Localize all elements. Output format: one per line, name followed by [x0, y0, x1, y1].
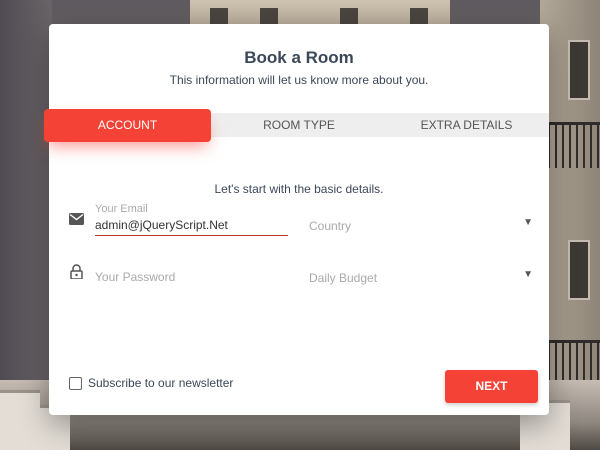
card-subtitle: This information will let us know more a…: [169, 73, 429, 87]
budget-placeholder: Daily Budget: [309, 271, 378, 285]
password-input[interactable]: [95, 266, 288, 288]
step-description: Let's start with the basic details.: [214, 182, 384, 196]
envelope-icon: [69, 212, 84, 228]
tab-account[interactable]: ACCOUNT: [44, 109, 211, 142]
tab-room-type[interactable]: ROOM TYPE: [214, 113, 384, 137]
newsletter-checkbox-row[interactable]: Subscribe to our newsletter: [69, 375, 233, 391]
email-input[interactable]: [95, 214, 288, 236]
card-title: Book a Room: [244, 48, 354, 67]
daily-budget-select[interactable]: Daily Budget ▼: [309, 266, 533, 290]
chevron-down-icon: ▼: [523, 269, 533, 280]
booking-card: Book a Room This information will let us…: [49, 24, 549, 415]
lock-icon: [70, 264, 83, 282]
chevron-down-icon: ▼: [523, 217, 533, 228]
tab-extra-details[interactable]: EXTRA DETAILS: [384, 113, 549, 137]
top-building: [190, 0, 450, 26]
newsletter-checkbox[interactable]: [69, 376, 82, 390]
country-placeholder: Country: [309, 219, 352, 233]
next-button[interactable]: NEXT: [445, 370, 538, 403]
country-select[interactable]: Country ▼: [309, 214, 533, 238]
newsletter-label: Subscribe to our newsletter: [88, 376, 234, 390]
